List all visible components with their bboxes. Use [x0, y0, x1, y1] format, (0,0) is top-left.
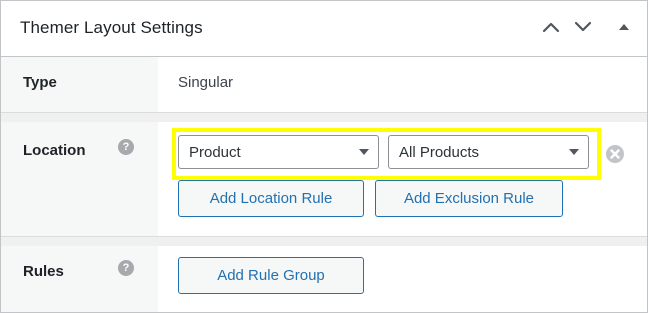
panel-title: Themer Layout Settings [20, 18, 203, 37]
location-target-select-value: All Products [399, 144, 480, 161]
location-label: Location [23, 142, 86, 159]
type-label: Type [23, 74, 57, 91]
move-up-button[interactable] [537, 13, 565, 41]
add-exclusion-rule-button[interactable]: Add Exclusion Rule [375, 180, 563, 217]
location-target-select[interactable]: All Products [388, 135, 589, 169]
type-label-cell: Type [1, 57, 158, 112]
type-value: Singular [178, 74, 234, 91]
rules-label-cell: Rules ? [1, 246, 158, 312]
location-type-select-value: Product [189, 144, 241, 161]
add-location-rule-button[interactable]: Add Location Rule [178, 180, 364, 217]
dropdown-arrow-icon [359, 149, 369, 155]
row-separator [1, 237, 647, 246]
remove-rule-icon[interactable] [605, 144, 625, 164]
rules-label: Rules [23, 263, 64, 280]
move-down-button[interactable] [569, 13, 597, 41]
chevron-up-icon [542, 22, 560, 33]
add-rule-group-button[interactable]: Add Rule Group [178, 257, 364, 294]
panel-header: Themer Layout Settings [1, 1, 647, 57]
location-type-select[interactable]: Product [178, 135, 379, 169]
location-label-cell: Location ? [1, 122, 158, 236]
row-separator [1, 113, 647, 122]
help-icon[interactable]: ? [118, 139, 134, 155]
triangle-up-icon [619, 24, 629, 30]
type-row: Type Singular [1, 57, 647, 113]
themer-layout-settings-panel: Themer Layout Settings Type Singular Loc… [0, 0, 648, 313]
chevron-down-icon [574, 21, 592, 32]
help-icon[interactable]: ? [118, 260, 134, 276]
toggle-panel-button[interactable] [610, 13, 638, 41]
dropdown-arrow-icon [569, 149, 579, 155]
